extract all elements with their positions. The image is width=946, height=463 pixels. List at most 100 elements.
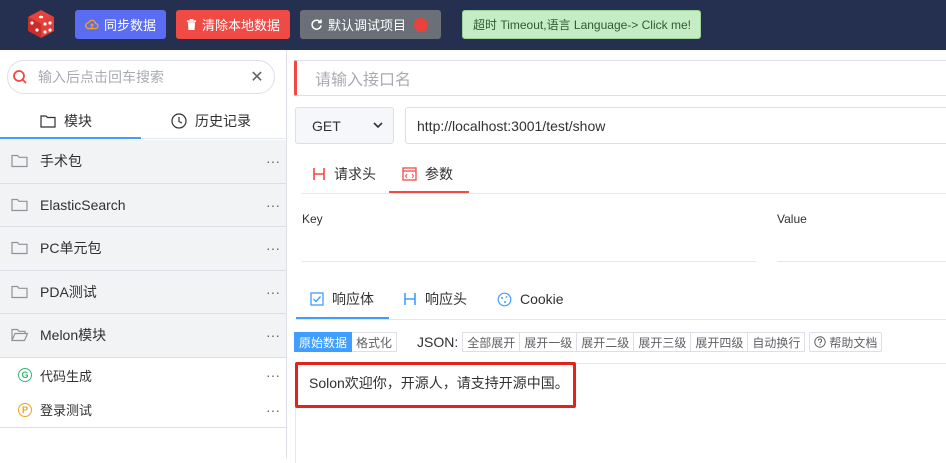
response-toolbar: 原始数据 格式化 JSON: 全部展开 展开一级 展开二级 展开三级 展开四级 …: [294, 329, 946, 355]
checkbox-icon: [310, 292, 324, 306]
tab-modules[interactable]: 模块: [40, 103, 92, 139]
folder-item[interactable]: PDA测试 ···: [0, 270, 286, 314]
refresh-icon: [311, 19, 322, 30]
json-label: JSON:: [417, 334, 459, 350]
expand-level1-button[interactable]: 展开一级: [520, 332, 578, 352]
default-debug-project-label: 默认调试项目: [328, 18, 407, 33]
clock-icon: [171, 113, 187, 129]
value-input[interactable]: [777, 261, 946, 262]
help-docs-button[interactable]: 帮助文档: [809, 332, 883, 352]
clear-local-data-label: 清除本地数据: [201, 18, 280, 33]
tab-params-label: 参数: [425, 166, 453, 182]
folder-label: ElasticSearch: [40, 196, 126, 213]
clear-local-data-button[interactable]: 清除本地数据: [176, 10, 290, 39]
request-tabs: 请求头 参数: [302, 154, 946, 194]
more-icon[interactable]: ···: [266, 367, 280, 383]
tab-history-label: 历史记录: [195, 113, 251, 129]
tab-response-headers[interactable]: 响应头: [403, 280, 467, 318]
api-name-placeholder: 请输入接口名: [315, 72, 412, 89]
search-placeholder: 输入后点击回车搜索: [38, 69, 164, 85]
more-icon[interactable]: ···: [266, 197, 280, 213]
tab-params[interactable]: 参数: [402, 154, 453, 194]
folder-item-open[interactable]: Melon模块 ···: [0, 314, 286, 358]
search-input[interactable]: 输入后点击回车搜索 ✕: [7, 60, 275, 94]
folder-label: 手术包: [40, 153, 82, 170]
response-body: Solon欢迎你，开源人，请支持开源中国。: [295, 362, 946, 463]
help-docs-label: 帮助文档: [829, 335, 878, 350]
tab-modules-label: 模块: [64, 113, 92, 129]
more-icon[interactable]: ···: [266, 240, 280, 256]
dice-logo-icon: [28, 10, 54, 38]
top-bar: 同步数据 清除本地数据 默认调试项目 超时 Timeout,语言 Languag…: [0, 0, 946, 50]
url-value: http://localhost:3001/test/show: [417, 117, 606, 134]
key-column-header: Key: [302, 212, 323, 226]
more-icon[interactable]: ···: [266, 327, 280, 343]
heading-icon: [313, 168, 325, 180]
expand-level4-button[interactable]: 展开四级: [691, 332, 749, 352]
params-icon: [402, 167, 417, 181]
tab-cookie-label: Cookie: [520, 291, 564, 307]
response-tabs: 响应体 响应头 Cookie: [296, 280, 946, 320]
chevron-down-icon: [373, 122, 383, 129]
params-table: Key Value: [302, 202, 946, 262]
api-item[interactable]: P 登录测试 ···: [0, 392, 286, 428]
raw-data-button[interactable]: 原始数据: [294, 332, 353, 352]
tab-response-body[interactable]: 响应体: [310, 280, 374, 318]
api-name-input[interactable]: 请输入接口名: [294, 60, 946, 96]
highlight-box: [295, 362, 576, 408]
trash-icon: [186, 19, 197, 30]
active-tab-indicator: [389, 191, 469, 193]
folder-label: PDA测试: [40, 283, 97, 300]
folder-open-icon: [11, 328, 28, 342]
more-icon[interactable]: ···: [266, 402, 280, 418]
auto-wrap-button[interactable]: 自动换行: [748, 332, 806, 352]
tab-history[interactable]: 历史记录: [171, 103, 251, 139]
folder-icon: [11, 154, 28, 168]
tab-request-headers-label: 请求头: [334, 166, 376, 182]
more-icon[interactable]: ···: [266, 284, 280, 300]
help-icon: [814, 336, 827, 348]
sidebar-tabs: 模块 历史记录: [0, 103, 286, 139]
folder-icon: [11, 198, 28, 211]
expand-all-button[interactable]: 全部展开: [462, 332, 521, 352]
expand-level2-button[interactable]: 展开二级: [577, 332, 635, 352]
search-icon: [13, 70, 27, 84]
folder-item[interactable]: PC单元包 ···: [0, 227, 286, 271]
tab-cookie[interactable]: Cookie: [497, 280, 564, 318]
folder-icon: [40, 115, 56, 128]
tab-response-body-label: 响应体: [332, 291, 374, 307]
folder-item[interactable]: ElasticSearch ···: [0, 183, 286, 227]
tab-response-headers-label: 响应头: [425, 291, 467, 307]
cloud-sync-icon: [85, 19, 99, 29]
sidebar: 输入后点击回车搜索 ✕ 模块 历史记录 手术包 ··· ElasticSearc…: [0, 50, 287, 458]
cookie-icon: [497, 292, 512, 306]
active-tab-indicator: [296, 317, 389, 319]
folder-label: PC单元包: [40, 240, 102, 257]
settings-hint-button[interactable]: 超时 Timeout,语言 Language-> Click me!: [462, 10, 701, 39]
api-label: 代码生成: [40, 368, 93, 384]
method-select[interactable]: GET: [295, 107, 394, 144]
status-dot-icon: [414, 17, 429, 32]
folder-label: Melon模块: [40, 327, 107, 344]
main-panel: 请输入接口名 GET http://localhost:3001/test/sh…: [288, 50, 946, 463]
module-tree: 手术包 ··· ElasticSearch ··· PC单元包 ··· PDA测…: [0, 140, 286, 428]
expand-level3-button[interactable]: 展开三级: [634, 332, 692, 352]
folder-icon: [11, 241, 28, 255]
value-column-header: Value: [777, 212, 807, 226]
format-button[interactable]: 格式化: [352, 332, 398, 352]
active-tab-indicator: [0, 137, 141, 139]
url-input[interactable]: http://localhost:3001/test/show: [405, 107, 946, 144]
sync-data-button[interactable]: 同步数据: [75, 10, 166, 39]
post-method-icon: P: [18, 402, 32, 417]
folder-icon: [11, 285, 28, 298]
key-input[interactable]: [302, 261, 756, 262]
folder-item[interactable]: 手术包 ···: [0, 140, 286, 184]
get-method-icon: G: [18, 368, 32, 382]
method-value: GET: [312, 117, 341, 134]
default-debug-project-button[interactable]: 默认调试项目: [300, 10, 441, 39]
api-item[interactable]: G 代码生成 ···: [0, 357, 286, 393]
tab-request-headers[interactable]: 请求头: [312, 154, 376, 194]
heading-icon: [404, 293, 416, 305]
clear-search-icon[interactable]: ✕: [246, 67, 268, 87]
more-icon[interactable]: ···: [266, 153, 280, 169]
